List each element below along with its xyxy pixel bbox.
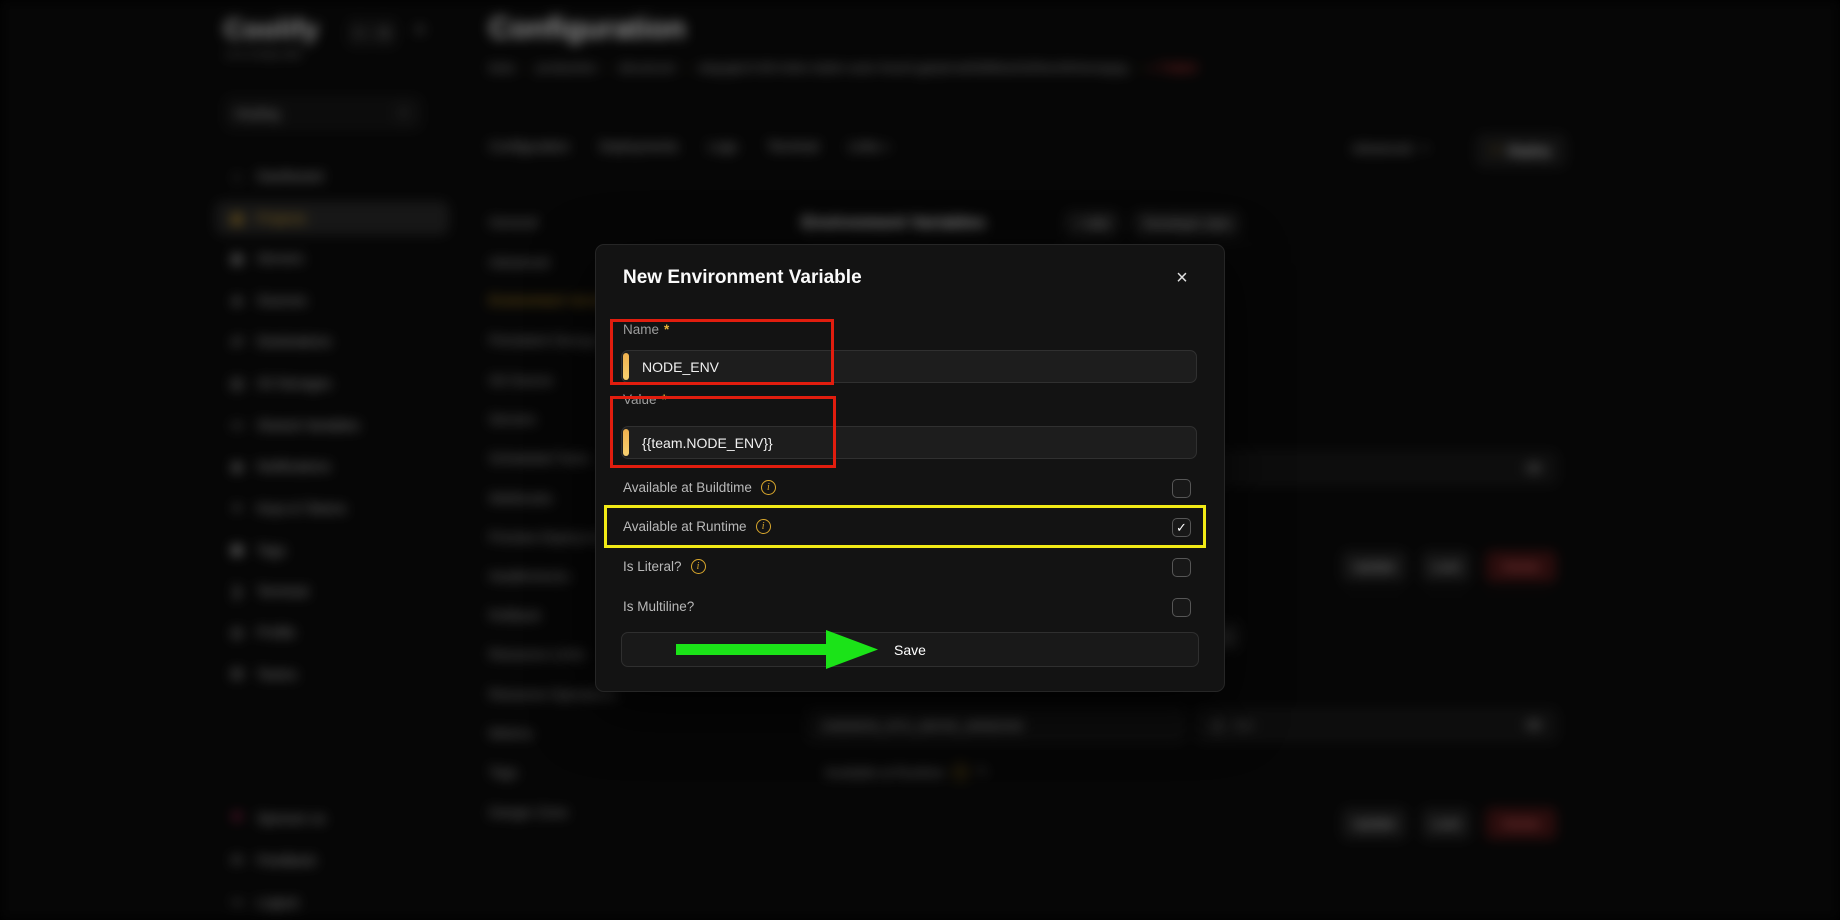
close-icon[interactable]: × bbox=[1169, 265, 1195, 291]
info-icon[interactable]: i bbox=[761, 480, 776, 495]
literal-label: Is Literal? i bbox=[623, 559, 706, 574]
check-icon: ✓ bbox=[1176, 520, 1187, 536]
multiline-checkbox[interactable] bbox=[1172, 598, 1191, 617]
runtime-label: Available at Runtime i bbox=[623, 519, 771, 534]
buildtime-label: Available at Buildtime i bbox=[623, 480, 776, 495]
literal-checkbox[interactable] bbox=[1172, 558, 1191, 577]
name-input-value: NODE_ENV bbox=[642, 359, 719, 375]
info-icon[interactable]: i bbox=[691, 559, 706, 574]
multiline-label: Is Multiline? bbox=[623, 599, 694, 614]
required-asterisk: * bbox=[664, 322, 669, 337]
name-input[interactable]: NODE_ENV bbox=[621, 350, 1197, 383]
modified-accent-bar bbox=[623, 429, 629, 456]
modal-title: New Environment Variable bbox=[623, 267, 862, 289]
name-field-label: Name* bbox=[623, 322, 669, 337]
info-icon[interactable]: i bbox=[756, 519, 771, 534]
value-input[interactable]: {{team.NODE_ENV}} bbox=[621, 426, 1197, 459]
buildtime-checkbox[interactable] bbox=[1172, 479, 1191, 498]
required-asterisk: * bbox=[662, 392, 667, 407]
value-input-value: {{team.NODE_ENV}} bbox=[642, 435, 773, 451]
runtime-checkbox[interactable]: ✓ bbox=[1172, 518, 1191, 537]
modified-accent-bar bbox=[623, 353, 629, 380]
value-field-label: Value* bbox=[623, 392, 667, 407]
save-button[interactable]: Save bbox=[621, 632, 1199, 667]
new-env-variable-modal: New Environment Variable × Name* NODE_EN… bbox=[595, 244, 1225, 692]
